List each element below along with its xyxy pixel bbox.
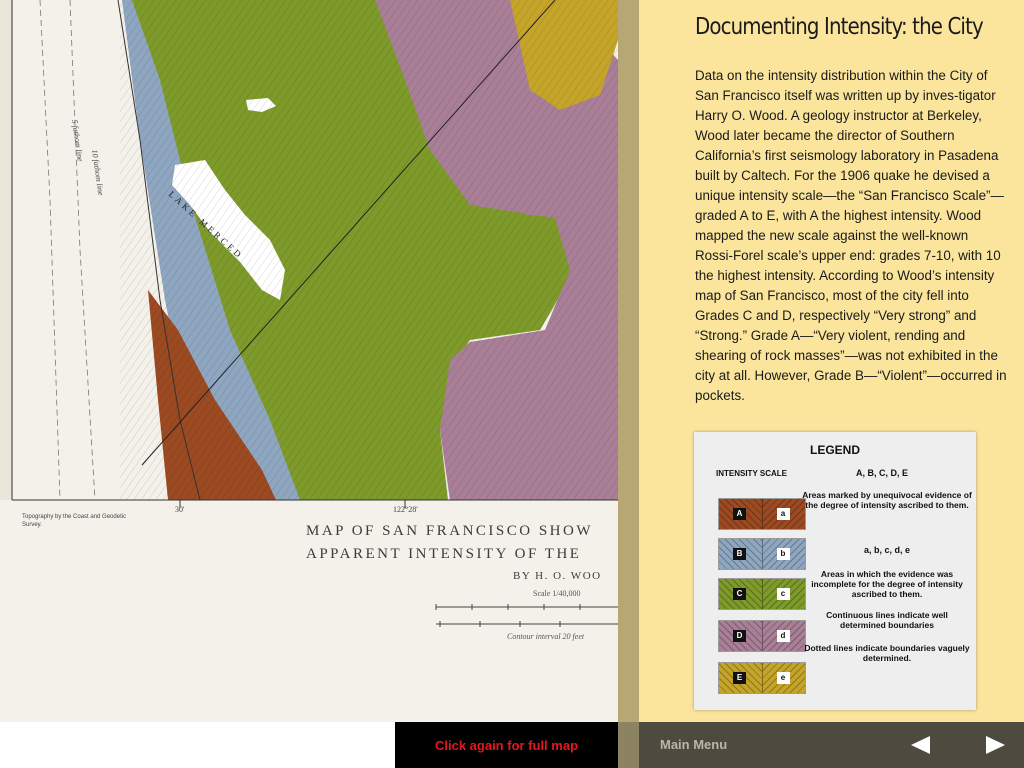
swatch-c-lower: c	[761, 579, 805, 609]
navigation-bar: Main Menu	[639, 722, 1024, 768]
swatch-a-upper: A	[719, 499, 762, 529]
main-menu-button[interactable]: Main Menu	[660, 737, 727, 752]
bottom-blank-area	[0, 722, 395, 768]
map-title-line-1: MAP OF SAN FRANCISCO SHOW	[306, 523, 593, 539]
page-title: Documenting Intensity: the City	[695, 14, 984, 40]
swatch-b-lower: b	[761, 539, 805, 569]
page-gutter	[618, 0, 639, 722]
intensity-map[interactable]: LAKE MERCED 5 fathom line 10 fathom line…	[0, 0, 618, 722]
map-coordinate-longitude: 122°28'	[393, 505, 418, 514]
map-credit: Topography by the Coast and Geodetic Sur…	[22, 514, 127, 528]
swatch-d-lower: d	[761, 621, 805, 651]
legend-swatch-d: D d	[718, 620, 806, 652]
body-text: Data on the intensity distribution withi…	[695, 68, 1007, 403]
legend-continuous-lines-note: Continuous lines indicate well determine…	[826, 610, 948, 630]
map-contour-interval: Contour interval 20 feet	[507, 632, 585, 641]
text-panel: Documenting Intensity: the City Data on …	[639, 0, 1024, 722]
swatch-c-upper: C	[719, 579, 762, 609]
legend-swatch-c: C c	[718, 578, 806, 610]
legend-upper-grades: A, B, C, D, E	[856, 468, 909, 478]
legend-swatch-e: E e	[718, 662, 806, 694]
map-author: BY H. O. WOO	[513, 570, 602, 582]
map-title-line-2: APPARENT INTENSITY OF THE	[306, 546, 582, 562]
swatch-e-upper: E	[719, 663, 762, 693]
map-graphic: LAKE MERCED 5 fathom line 10 fathom line	[0, 0, 618, 722]
right-triangle-icon[interactable]	[985, 734, 1007, 756]
legend-swatch-a: A a	[718, 498, 806, 530]
legend-swatch-b: B b	[718, 538, 806, 570]
bottom-gutter	[618, 722, 639, 768]
swatch-e-lower: e	[761, 663, 805, 693]
legend-title: LEGEND	[809, 443, 860, 457]
legend-upper-description: Areas marked by unequivocal evidence of …	[802, 490, 972, 510]
legend-intensity-scale-label: INTENSITY SCALE	[716, 469, 787, 478]
swatch-a-lower: a	[761, 499, 805, 529]
swatch-b-upper: B	[719, 539, 762, 569]
map-coordinate-minutes: 30'	[175, 505, 185, 514]
legend-dotted-lines-note: Dotted lines indicate boundaries vaguely…	[804, 643, 970, 663]
full-map-button[interactable]: Click again for full map	[395, 722, 618, 768]
legend-lower-grades: a, b, c, d, e	[863, 545, 910, 555]
legend-lower-description: Areas in which the evidence was incomple…	[811, 569, 963, 599]
map-scale: Scale 1/40,000	[533, 589, 581, 598]
legend-card: LEGEND INTENSITY SCALE A, B, C, D, E Are…	[694, 432, 976, 710]
swatch-d-upper: D	[719, 621, 762, 651]
left-triangle-icon[interactable]	[909, 734, 931, 756]
